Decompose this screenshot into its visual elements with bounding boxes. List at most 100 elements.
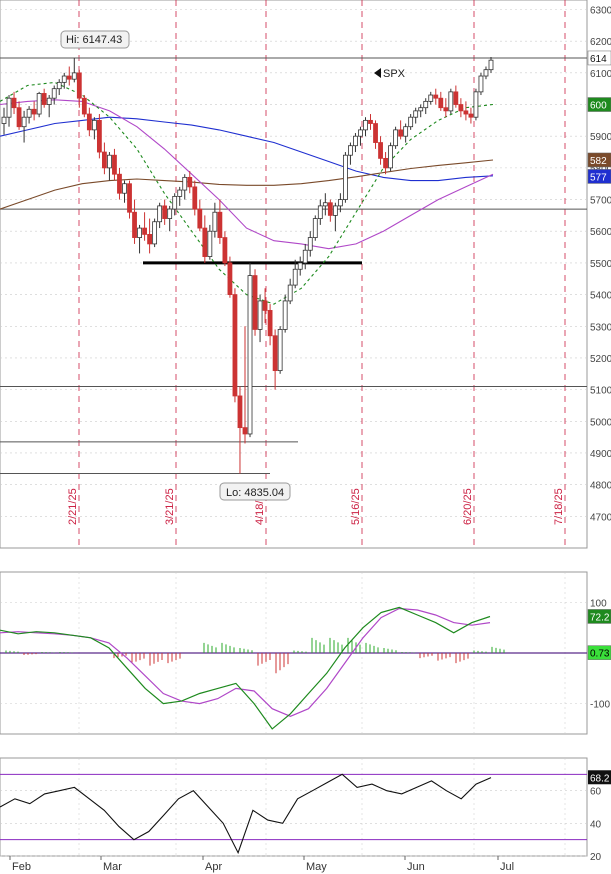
candle-body bbox=[222, 237, 228, 264]
candle-body bbox=[398, 129, 404, 137]
candle-body bbox=[297, 262, 303, 270]
date-vline-label: 2/21/25 bbox=[67, 488, 79, 525]
macd-value-tag-text: 0.73 bbox=[590, 649, 610, 660]
candle-body bbox=[112, 154, 117, 175]
candle-body bbox=[393, 129, 399, 147]
candle-body bbox=[217, 211, 223, 238]
candle-body bbox=[46, 97, 52, 105]
candle-body bbox=[327, 202, 333, 216]
candle-body bbox=[307, 237, 313, 251]
symbol-label-text: SPX bbox=[383, 68, 406, 80]
candle-body bbox=[162, 205, 168, 219]
x-month-label: Apr bbox=[205, 861, 222, 873]
date-vline-label: 7/18/25 bbox=[553, 488, 565, 525]
candle-body bbox=[197, 208, 203, 229]
low-label-text: Lo: 4835.04 bbox=[226, 487, 284, 499]
spx-chart: 4700 4800 4900 5000 5100 5200 5300 5400 5500 5600… bbox=[0, 0, 611, 873]
price-y-tick-label: 6100 bbox=[590, 69, 611, 80]
price-value-tag-text: 614 bbox=[590, 54, 607, 65]
candle-body bbox=[373, 123, 378, 143]
candle-body bbox=[483, 69, 489, 77]
candle-body bbox=[172, 195, 178, 210]
candle-body bbox=[353, 135, 358, 147]
candle-body bbox=[383, 157, 388, 169]
candle-body bbox=[182, 176, 188, 191]
candle-body bbox=[358, 129, 363, 137]
candle-body bbox=[187, 176, 193, 188]
candle-body bbox=[277, 329, 283, 372]
candle-body bbox=[232, 294, 238, 397]
date-vline-label: 6/20/25 bbox=[462, 488, 474, 525]
candle-body bbox=[418, 107, 424, 112]
candle-body bbox=[207, 230, 213, 257]
price-y-tick-label: 5600 bbox=[590, 227, 611, 238]
macd-value-tag-text: 72.2 bbox=[590, 612, 610, 623]
candle-body bbox=[56, 81, 62, 90]
date-vline-label: 3/21/25 bbox=[164, 488, 176, 525]
candle-body bbox=[468, 113, 474, 118]
candle-body bbox=[428, 94, 434, 102]
candle-body bbox=[132, 211, 137, 238]
x-month-label: Jul bbox=[500, 861, 514, 873]
candle-body bbox=[122, 183, 127, 194]
price-y-tick-label: 4800 bbox=[590, 481, 611, 492]
candle-body bbox=[212, 211, 218, 232]
rsi-value-tag-text: 68.2 bbox=[590, 773, 610, 784]
candle-body bbox=[11, 97, 17, 109]
price-y-tick-label: 5700 bbox=[590, 196, 611, 207]
candle-body bbox=[76, 72, 82, 99]
candle-body bbox=[81, 97, 87, 115]
candle-body bbox=[272, 335, 278, 372]
candle-body bbox=[26, 108, 32, 118]
price-y-tick-label: 6300 bbox=[590, 6, 611, 17]
candle-body bbox=[488, 59, 494, 71]
candle-body bbox=[147, 234, 152, 245]
candle-body bbox=[61, 75, 67, 83]
candle-body bbox=[343, 154, 348, 200]
candle-body bbox=[107, 154, 112, 169]
price-y-tick-label: 5400 bbox=[590, 291, 611, 302]
candle-body bbox=[317, 205, 323, 219]
candle-body bbox=[227, 262, 233, 295]
candle-body bbox=[1, 116, 7, 124]
x-month-labels: Feb Mar Apr May Jun Jul bbox=[9, 856, 514, 873]
macd-y-tick-label: -100 bbox=[590, 700, 610, 711]
candle-body bbox=[257, 300, 263, 330]
candle-body bbox=[41, 93, 47, 105]
candle-body bbox=[247, 275, 253, 435]
candle-body bbox=[337, 199, 343, 207]
high-label-text: Hi: 6147.43 bbox=[66, 34, 122, 46]
price-y-tick-label: 6200 bbox=[590, 37, 611, 48]
candle-body bbox=[388, 145, 393, 169]
candle-body bbox=[252, 275, 258, 330]
candle-body bbox=[413, 110, 419, 118]
candle-body bbox=[202, 227, 208, 257]
candle-body bbox=[332, 205, 338, 216]
candle-body bbox=[91, 119, 97, 131]
rsi-y-tick-label: 20 bbox=[590, 852, 602, 863]
candle-body bbox=[473, 91, 479, 118]
price-value-tag-text: 577 bbox=[590, 172, 607, 183]
x-month-label: Mar bbox=[103, 861, 122, 873]
candle-body bbox=[192, 186, 198, 210]
candle-body bbox=[237, 395, 243, 429]
candle-body bbox=[403, 126, 409, 137]
candle-body bbox=[31, 108, 37, 115]
candle-body bbox=[322, 202, 328, 207]
price-y-tick-label: 5000 bbox=[590, 417, 611, 428]
candle-body bbox=[117, 173, 122, 194]
candle-body bbox=[86, 113, 92, 131]
candle-body bbox=[348, 145, 353, 156]
candle-body bbox=[16, 107, 22, 128]
candle-body bbox=[96, 119, 102, 153]
high-label: Hi: 6147.43 bbox=[60, 30, 130, 49]
price-y-tick-label: 5300 bbox=[590, 322, 611, 333]
candle-body bbox=[287, 284, 293, 302]
candle-body bbox=[282, 300, 288, 330]
candle-body bbox=[408, 116, 414, 128]
candle-body bbox=[36, 93, 42, 115]
price-y-tick-label: 5500 bbox=[590, 259, 611, 270]
candle-body bbox=[443, 107, 449, 112]
price-y-tick-label: 4900 bbox=[590, 449, 611, 460]
candle-body bbox=[433, 94, 439, 99]
